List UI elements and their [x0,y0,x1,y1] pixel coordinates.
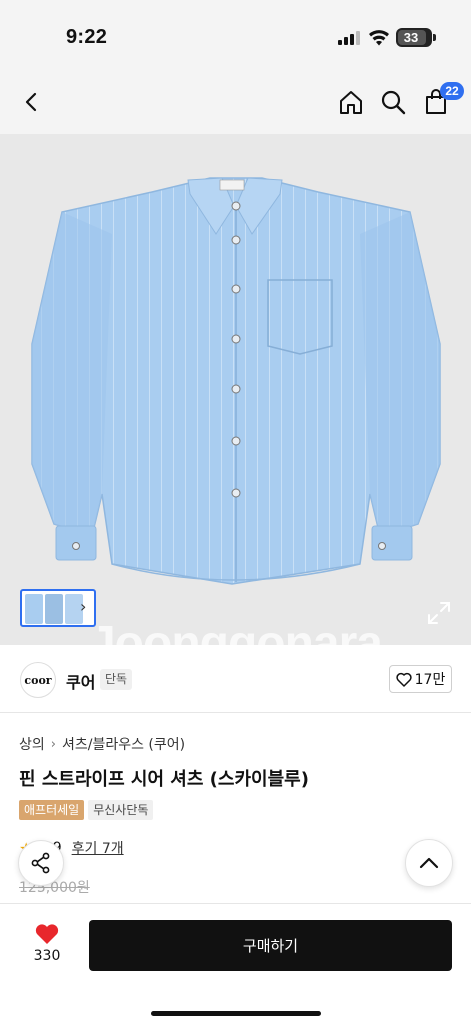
badge-row: 애프터세일 무신사단독 [19,800,154,820]
search-button[interactable] [375,84,411,120]
top-nav: 22 [0,70,471,134]
buy-button[interactable]: 구매하기 [89,920,452,971]
brand-tag: 단독 [100,669,133,690]
battery-icon: 33 [396,28,436,47]
thumbnail-shirt-side[interactable] [45,594,63,624]
expand-button[interactable] [426,600,452,626]
expand-icon [428,602,450,624]
back-button[interactable] [14,84,50,120]
brand-row: coor 쿠어 단독 17만 [0,645,471,713]
status-bar: 9:22 33 [0,0,471,70]
bottom-bar: 330 구매하기 [0,903,471,1024]
sale-badge: 애프터세일 [19,800,85,820]
breadcrumb-item[interactable]: 셔츠/블라우스 (쿠어) [62,734,185,754]
share-button[interactable] [18,840,64,886]
product-title: 핀 스트라이프 시어 셔츠 (스카이블루) [19,769,309,790]
home-button[interactable] [333,84,369,120]
brand-logo[interactable]: coor [20,662,56,698]
brand-like-button[interactable]: 17만 [389,665,452,693]
cart-button[interactable]: 22 [418,82,464,120]
wifi-icon [368,28,390,46]
exclusive-badge: 무신사단독 [88,800,154,820]
breadcrumb: 상의 › 셔츠/블라우스 (쿠어) [19,734,185,754]
brand-name[interactable]: 쿠어 [66,669,95,693]
heart-outline-icon [396,672,412,687]
like-count: 330 [33,948,61,964]
home-icon [340,91,362,114]
breadcrumb-item[interactable]: 상의 [19,734,45,754]
chevron-up-icon [419,857,439,869]
search-icon [381,90,406,115]
battery-level: 33 [403,30,419,45]
heart-filled-icon [35,924,59,944]
status-time: 9:22 [66,26,108,48]
shirt-image [31,177,441,585]
share-icon [31,852,50,874]
like-button[interactable]: 330 [22,922,72,970]
signal-icon [338,31,362,45]
brand-like-count: 17만 [414,672,446,688]
product-image[interactable]: Joonggonara [0,134,471,645]
back-icon [25,92,37,112]
scroll-top-button[interactable] [405,839,453,887]
home-indicator [151,1011,321,1016]
cart-count-badge: 22 [440,82,464,100]
thumbnail-shirt-front[interactable] [25,594,43,624]
thumbnail-next-icon[interactable]: › [80,597,86,616]
chevron-right-icon: › [50,736,56,752]
review-link[interactable]: 후기 7개 [72,838,124,858]
